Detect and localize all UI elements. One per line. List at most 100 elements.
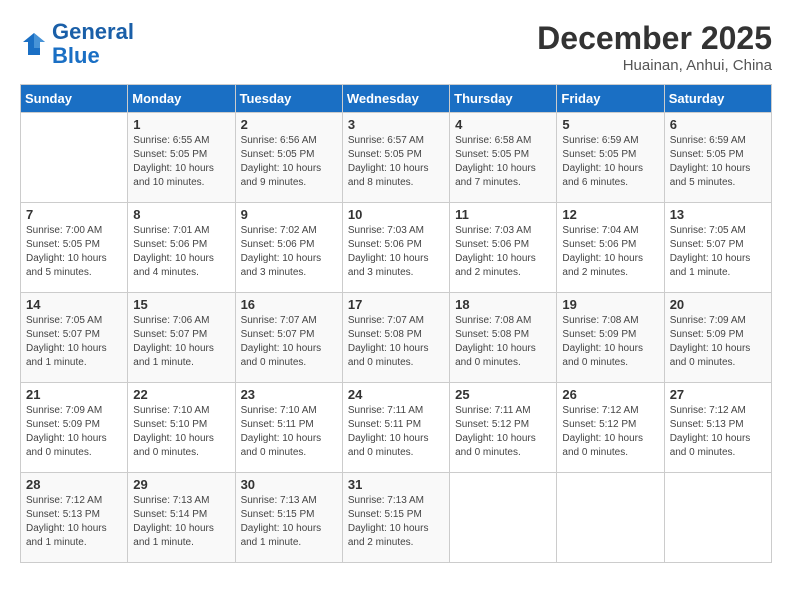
day-info: Sunrise: 6:59 AM Sunset: 5:05 PM Dayligh… — [562, 134, 658, 190]
calendar-cell: 12 Sunrise: 7:04 AM Sunset: 5:06 PM Dayli… — [557, 203, 664, 293]
calendar-cell: 9 Sunrise: 7:02 AM Sunset: 5:06 PM Daylig… — [235, 203, 342, 293]
calendar-cell: 4 Sunrise: 6:58 AM Sunset: 5:05 PM Daylig… — [450, 113, 557, 203]
logo: General Blue — [20, 20, 134, 68]
logo-text: General Blue — [52, 20, 134, 68]
day-info: Sunrise: 7:00 AM Sunset: 5:05 PM Dayligh… — [26, 224, 122, 280]
calendar-cell: 31Sunrise: 7:13 AM Sunset: 5:15 PM Dayli… — [342, 473, 449, 563]
calendar-cell: 30Sunrise: 7:13 AM Sunset: 5:15 PM Dayli… — [235, 473, 342, 563]
day-info: Sunrise: 7:10 AM Sunset: 5:11 PM Dayligh… — [241, 404, 337, 460]
day-info: Sunrise: 7:06 AM Sunset: 5:07 PM Dayligh… — [133, 314, 229, 370]
day-info: Sunrise: 7:11 AM Sunset: 5:11 PM Dayligh… — [348, 404, 444, 460]
day-number: 20 — [670, 297, 766, 312]
calendar-cell: 8 Sunrise: 7:01 AM Sunset: 5:06 PM Daylig… — [128, 203, 235, 293]
day-number: 19 — [562, 297, 658, 312]
day-number: 9 — [241, 207, 337, 222]
day-number: 28 — [26, 477, 122, 492]
day-info: Sunrise: 7:02 AM Sunset: 5:06 PM Dayligh… — [241, 224, 337, 280]
calendar-cell: 19 Sunrise: 7:08 AM Sunset: 5:09 PM Dayli… — [557, 293, 664, 383]
day-info: Sunrise: 7:13 AM Sunset: 5:15 PM Dayligh… — [348, 494, 444, 550]
calendar-cell: 10 Sunrise: 7:03 AM Sunset: 5:06 PM Dayli… — [342, 203, 449, 293]
day-number: 2 — [241, 117, 337, 132]
day-number: 8 — [133, 207, 229, 222]
calendar-cell: 28 Sunrise: 7:12 AM Sunset: 5:13 PM Dayli… — [21, 473, 128, 563]
day-number: 6 — [670, 117, 766, 132]
calendar-week-row: 7 Sunrise: 7:00 AM Sunset: 5:05 PM Daylig… — [21, 203, 772, 293]
calendar-cell: 14 Sunrise: 7:05 AM Sunset: 5:07 PM Dayli… — [21, 293, 128, 383]
day-number: 23 — [241, 387, 337, 402]
day-info: Sunrise: 7:03 AM Sunset: 5:06 PM Dayligh… — [348, 224, 444, 280]
calendar-cell: 3 Sunrise: 6:57 AM Sunset: 5:05 PM Daylig… — [342, 113, 449, 203]
day-info: Sunrise: 7:09 AM Sunset: 5:09 PM Dayligh… — [26, 404, 122, 460]
day-number: 24 — [348, 387, 444, 402]
day-number: 17 — [348, 297, 444, 312]
day-info: Sunrise: 6:57 AM Sunset: 5:05 PM Dayligh… — [348, 134, 444, 190]
calendar-cell: 16 Sunrise: 7:07 AM Sunset: 5:07 PM Dayli… — [235, 293, 342, 383]
day-info: Sunrise: 6:58 AM Sunset: 5:05 PM Dayligh… — [455, 134, 551, 190]
day-number: 3 — [348, 117, 444, 132]
calendar-cell: 17 Sunrise: 7:07 AM Sunset: 5:08 PM Dayli… — [342, 293, 449, 383]
day-info: Sunrise: 7:04 AM Sunset: 5:06 PM Dayligh… — [562, 224, 658, 280]
day-info: Sunrise: 7:08 AM Sunset: 5:08 PM Dayligh… — [455, 314, 551, 370]
day-info: Sunrise: 7:01 AM Sunset: 5:06 PM Dayligh… — [133, 224, 229, 280]
day-number: 15 — [133, 297, 229, 312]
calendar-cell — [664, 473, 771, 563]
day-info: Sunrise: 7:12 AM Sunset: 5:13 PM Dayligh… — [670, 404, 766, 460]
calendar-week-row: 14 Sunrise: 7:05 AM Sunset: 5:07 PM Dayli… — [21, 293, 772, 383]
calendar-week-row: 21 Sunrise: 7:09 AM Sunset: 5:09 PM Dayli… — [21, 383, 772, 473]
day-number: 4 — [455, 117, 551, 132]
calendar-week-row: 28 Sunrise: 7:12 AM Sunset: 5:13 PM Dayli… — [21, 473, 772, 563]
location: Huainan, Anhui, China — [537, 57, 772, 74]
day-number: 11 — [455, 207, 551, 222]
day-info: Sunrise: 7:13 AM Sunset: 5:15 PM Dayligh… — [241, 494, 337, 550]
calendar-cell: 15 Sunrise: 7:06 AM Sunset: 5:07 PM Dayli… — [128, 293, 235, 383]
day-info: Sunrise: 7:07 AM Sunset: 5:07 PM Dayligh… — [241, 314, 337, 370]
day-info: Sunrise: 7:08 AM Sunset: 5:09 PM Dayligh… — [562, 314, 658, 370]
day-info: Sunrise: 7:07 AM Sunset: 5:08 PM Dayligh… — [348, 314, 444, 370]
calendar-cell: 21 Sunrise: 7:09 AM Sunset: 5:09 PM Dayli… — [21, 383, 128, 473]
day-number: 16 — [241, 297, 337, 312]
day-number: 29 — [133, 477, 229, 492]
calendar-cell: 18 Sunrise: 7:08 AM Sunset: 5:08 PM Dayli… — [450, 293, 557, 383]
day-number: 10 — [348, 207, 444, 222]
day-number: 18 — [455, 297, 551, 312]
logo-general: General — [52, 19, 134, 44]
logo-icon — [20, 30, 48, 58]
calendar-cell: 25Sunrise: 7:11 AM Sunset: 5:12 PM Dayli… — [450, 383, 557, 473]
calendar-cell — [21, 113, 128, 203]
day-number: 14 — [26, 297, 122, 312]
weekday-header: Friday — [557, 85, 664, 113]
calendar-cell: 6 Sunrise: 6:59 AM Sunset: 5:05 PM Daylig… — [664, 113, 771, 203]
weekday-header-row: SundayMondayTuesdayWednesdayThursdayFrid… — [21, 85, 772, 113]
day-number: 26 — [562, 387, 658, 402]
weekday-header: Tuesday — [235, 85, 342, 113]
calendar-cell: 2Sunrise: 6:56 AM Sunset: 5:05 PM Daylig… — [235, 113, 342, 203]
day-number: 25 — [455, 387, 551, 402]
day-number: 13 — [670, 207, 766, 222]
day-info: Sunrise: 7:05 AM Sunset: 5:07 PM Dayligh… — [26, 314, 122, 370]
calendar-cell: 20 Sunrise: 7:09 AM Sunset: 5:09 PM Dayli… — [664, 293, 771, 383]
calendar-cell: 1Sunrise: 6:55 AM Sunset: 5:05 PM Daylig… — [128, 113, 235, 203]
day-info: Sunrise: 7:12 AM Sunset: 5:12 PM Dayligh… — [562, 404, 658, 460]
calendar-cell: 26 Sunrise: 7:12 AM Sunset: 5:12 PM Dayli… — [557, 383, 664, 473]
day-info: Sunrise: 7:12 AM Sunset: 5:13 PM Dayligh… — [26, 494, 122, 550]
day-info: Sunrise: 7:03 AM Sunset: 5:06 PM Dayligh… — [455, 224, 551, 280]
calendar-cell: 22Sunrise: 7:10 AM Sunset: 5:10 PM Dayli… — [128, 383, 235, 473]
day-number: 22 — [133, 387, 229, 402]
day-info: Sunrise: 7:09 AM Sunset: 5:09 PM Dayligh… — [670, 314, 766, 370]
calendar-cell: 24 Sunrise: 7:11 AM Sunset: 5:11 PM Dayli… — [342, 383, 449, 473]
day-number: 12 — [562, 207, 658, 222]
calendar-cell: 5Sunrise: 6:59 AM Sunset: 5:05 PM Daylig… — [557, 113, 664, 203]
day-info: Sunrise: 6:59 AM Sunset: 5:05 PM Dayligh… — [670, 134, 766, 190]
weekday-header: Thursday — [450, 85, 557, 113]
day-info: Sunrise: 7:13 AM Sunset: 5:14 PM Dayligh… — [133, 494, 229, 550]
calendar-cell: 11 Sunrise: 7:03 AM Sunset: 5:06 PM Dayli… — [450, 203, 557, 293]
day-number: 1 — [133, 117, 229, 132]
calendar-cell: 27Sunrise: 7:12 AM Sunset: 5:13 PM Dayli… — [664, 383, 771, 473]
calendar-cell: 23 Sunrise: 7:10 AM Sunset: 5:11 PM Dayli… — [235, 383, 342, 473]
calendar-table: SundayMondayTuesdayWednesdayThursdayFrid… — [20, 84, 772, 563]
day-number: 7 — [26, 207, 122, 222]
weekday-header: Wednesday — [342, 85, 449, 113]
weekday-header: Saturday — [664, 85, 771, 113]
calendar-cell — [557, 473, 664, 563]
day-number: 21 — [26, 387, 122, 402]
